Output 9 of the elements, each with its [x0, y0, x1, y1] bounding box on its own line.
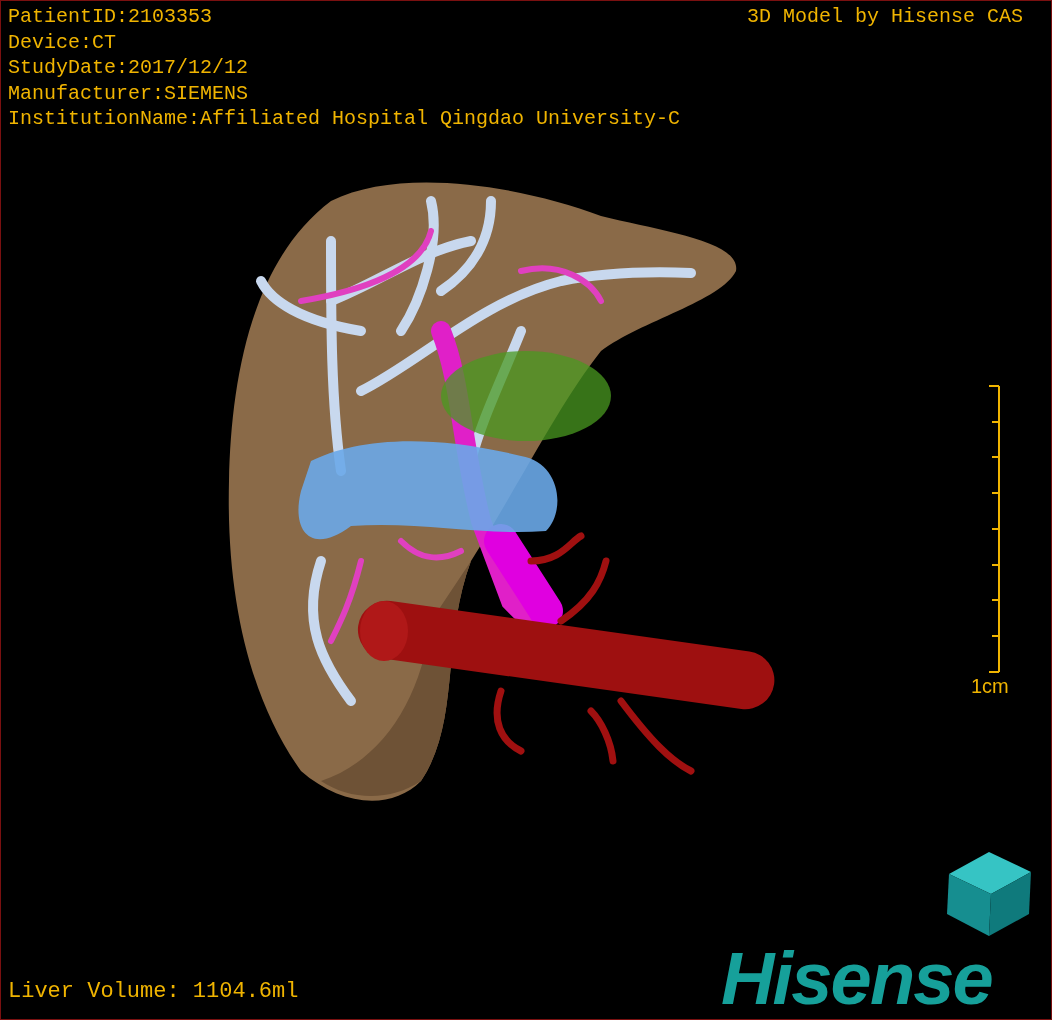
brand-logo: Hisense [721, 939, 992, 1019]
scale-label: 1cm [971, 674, 1009, 699]
info-line: PatientID:2103353 [8, 4, 213, 30]
model-credit-text: 3D Model by Hisense CAS [746, 4, 1023, 30]
info-line: Manufacturer:SIEMENS [8, 80, 249, 106]
info-line: InstitutionName:Affiliated Hospital Qingdao University-C [8, 106, 681, 132]
info-line: StudyDate:2017/12/12 [8, 55, 249, 81]
info-line: Device:CT [8, 29, 117, 55]
liver-volume-text: Liver Volume: 1104.6ml [8, 979, 299, 1004]
